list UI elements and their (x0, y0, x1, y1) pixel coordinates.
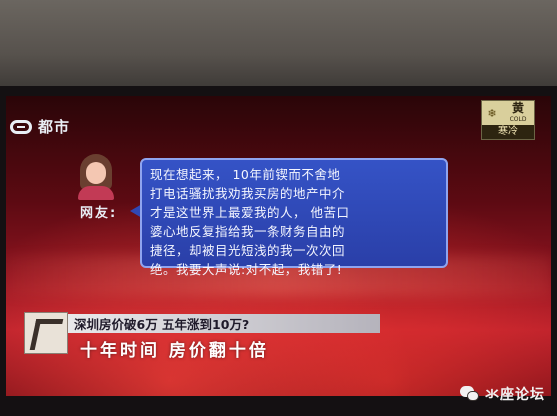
avatar-face (86, 162, 106, 184)
headline-bar: 深圳房价破6万 五年涨到10万? (68, 314, 380, 333)
avatar-body (78, 186, 114, 200)
bubble-line: 绝。我要大声说:对不起，我错了! (150, 262, 343, 277)
channel-logo-icon (10, 119, 32, 134)
channel-name: 都市 (38, 118, 71, 136)
headline-text: 深圳房价破6万 五年涨到10万? (74, 317, 250, 332)
avatar (74, 154, 118, 200)
news-ticker: 深圳房价破6万 五年涨到10万? 十年时间 房价翻十倍 (24, 312, 551, 382)
bubble-line: 现在想起来， 10年前锲而不舍地 (150, 167, 341, 182)
warning-label: 寒冷 (482, 125, 534, 139)
speaker-label: 网友: (80, 206, 118, 221)
bubble-line: 婆心地反复指给我一条财务自由的 (150, 224, 346, 239)
warning-level: 黄 (511, 101, 524, 115)
weather-warning-badge: ❄ 黄 COLD 寒冷 (481, 100, 535, 140)
channel-logo: 都市 (10, 116, 70, 137)
tv-screen: 都市 ❄ 黄 COLD 寒冷 网友: 现在想起来， 10年前锲而不舍地 打电话骚… (6, 96, 551, 396)
bubble-line: 才是这世界上最爱我的人， 他苦口 (150, 205, 350, 220)
watermark: 氺座论坛 (460, 384, 545, 404)
bubble-line: 捷径，却被目光短浅的我一次次回 (150, 243, 346, 258)
watermark-text: 氺座论坛 (485, 387, 545, 403)
thermometer-icon: ❄ (487, 106, 497, 120)
bubble-line: 打电话骚扰我劝我买房的地产中介 (150, 186, 346, 201)
warning-english: COLD (509, 116, 527, 123)
wechat-icon (460, 386, 480, 402)
subheadline-text: 十年时间 房价翻十倍 (80, 341, 269, 361)
news-program-logo (24, 312, 68, 354)
background-wall (0, 0, 557, 90)
speech-bubble: 现在想起来， 10年前锲而不舍地 打电话骚扰我劝我买房的地产中介 才是这世界上最… (140, 158, 448, 277)
